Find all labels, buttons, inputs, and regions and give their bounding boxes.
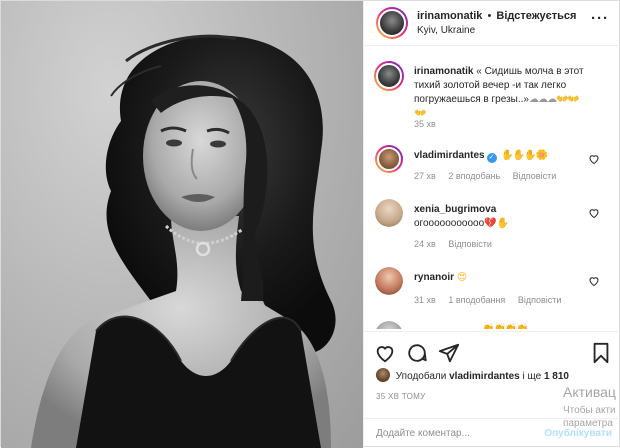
author-line: irinamonatik • Відстежується xyxy=(417,10,576,22)
reply-button[interactable]: Відповісти xyxy=(518,295,562,305)
comment-text: vladimirdantes ✓ ✋✋✋🌼 xyxy=(414,149,590,163)
more-horizontal-icon[interactable]: ··· xyxy=(591,11,609,26)
reply-button[interactable]: Відповісти xyxy=(513,171,557,181)
comment-emojis: 💔✋ xyxy=(484,218,510,229)
activation-watermark-title: Активац xyxy=(563,384,616,400)
publish-button[interactable]: Опублікувати xyxy=(544,428,612,439)
post-photo[interactable] xyxy=(1,1,363,448)
comment-meta: 31 хв 1 вподобання Відповісти xyxy=(414,295,571,305)
comment-emojis: 👏👏👏👏 xyxy=(414,324,529,329)
reply-button[interactable]: Відповісти xyxy=(448,239,492,249)
comment-avatar[interactable] xyxy=(375,199,403,227)
comments-list[interactable]: irinamonatik « Сидишь молча в этот тихий… xyxy=(364,47,620,329)
comment-time[interactable]: 27 хв xyxy=(414,171,436,181)
likes-summary: Уподобали vladimirdantes і ще 1 810 xyxy=(376,368,616,382)
likes-middle: і ще xyxy=(522,371,542,382)
post-header: irinamonatik • Відстежується Kyiv, Ukrai… xyxy=(364,1,620,46)
comment-like-icon[interactable] xyxy=(588,153,600,165)
comment-likes[interactable]: 2 вподобань xyxy=(448,171,500,181)
comment-text: 👏👏👏👏 xyxy=(414,323,590,329)
comment-username[interactable]: rynanoir xyxy=(414,272,454,283)
instagram-post: irinamonatik • Відстежується Kyiv, Ukrai… xyxy=(0,0,620,448)
header-separator: • xyxy=(487,10,492,22)
comment-username[interactable]: xenia_bugrimova xyxy=(414,204,496,215)
comment-time[interactable]: 31 хв xyxy=(414,295,436,305)
paper-plane-icon[interactable] xyxy=(438,342,460,364)
comment-like-icon[interactable] xyxy=(588,275,600,287)
follow-status-button[interactable]: Відстежується xyxy=(496,10,576,22)
comment-input[interactable]: Додайте коментар... xyxy=(376,428,470,439)
caption-cloud-emojis: ☁☁☁ xyxy=(528,94,557,105)
comment-avatar[interactable] xyxy=(375,145,403,173)
verified-badge-icon: ✓ xyxy=(486,153,497,163)
bookmark-icon[interactable] xyxy=(590,342,612,364)
comment-like-icon[interactable] xyxy=(588,207,600,219)
caption-time[interactable]: 35 хв xyxy=(414,119,436,129)
liker-avatar[interactable] xyxy=(376,368,390,382)
activation-watermark-line: параметра xyxy=(563,418,613,429)
caption-username[interactable]: irinamonatik xyxy=(414,66,473,77)
comment-body: огооооооооооо xyxy=(414,218,485,229)
post-sidebar: irinamonatik • Відстежується Kyiv, Ukrai… xyxy=(363,1,620,448)
comment-likes[interactable]: 1 вподобання xyxy=(448,295,505,305)
caption-avatar[interactable] xyxy=(374,61,404,91)
action-bar xyxy=(364,331,620,371)
comment-emojis: 😍 xyxy=(456,272,467,283)
likes-count[interactable]: 1 810 xyxy=(544,371,569,382)
caption-text: irinamonatik « Сидишь молча в этот тихий… xyxy=(414,65,590,121)
comment-meta: 27 хв 2 вподобань Відповісти xyxy=(414,171,566,181)
comment-icon[interactable] xyxy=(406,342,428,364)
post-timestamp[interactable]: 35 ХВ ТОМУ xyxy=(376,392,426,401)
likes-prefix: Уподобали xyxy=(395,371,447,382)
portrait-image xyxy=(31,34,336,448)
author-username[interactable]: irinamonatik xyxy=(417,10,482,22)
comment-username[interactable]: vladimirdantes xyxy=(414,150,485,161)
activation-watermark-line: Чтобы акти xyxy=(563,405,616,416)
comment-avatar[interactable] xyxy=(375,321,403,329)
liker-username[interactable]: vladimirdantes xyxy=(449,371,520,382)
location-link[interactable]: Kyiv, Ukraine xyxy=(417,25,475,36)
comment-time[interactable]: 24 хв xyxy=(414,239,436,249)
comment-emojis: ✋✋✋🌼 xyxy=(501,150,548,161)
heart-icon[interactable] xyxy=(374,342,396,364)
comment-text: xenia_bugrimova огооооооооооо💔✋ xyxy=(414,203,590,231)
comment-avatar[interactable] xyxy=(375,267,403,295)
caption-meta: 35 хв xyxy=(414,119,446,129)
comment-meta: 24 хв Відповісти xyxy=(414,239,502,249)
author-avatar[interactable] xyxy=(376,7,408,39)
comment-text: rynanoir 😍 xyxy=(414,271,590,285)
